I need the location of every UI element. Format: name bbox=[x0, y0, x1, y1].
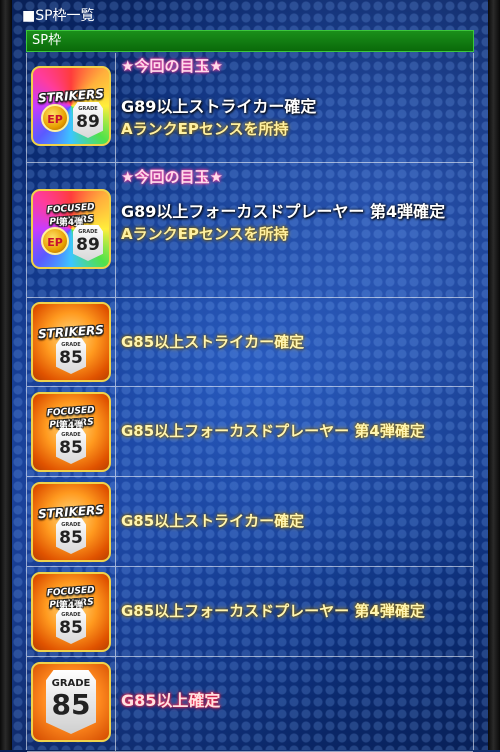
ep-coin-icon: EP bbox=[41, 227, 69, 255]
gacha-icon-strikers-g89[interactable]: STRIKERS EP GRADE 89 bbox=[31, 66, 111, 146]
slot-title: G85以上ストライカー確定 bbox=[121, 512, 305, 530]
gacha-icon-focused-g85[interactable]: FOCUSED PLAYERS 第4弾 GRADE 85 bbox=[31, 572, 111, 652]
slot-title: G89以上フォーカスドプレーヤー 第4弾確定 bbox=[121, 202, 446, 221]
grade-shield-icon: GRADE 85 bbox=[46, 670, 96, 734]
ep-coin-icon: EP bbox=[41, 104, 69, 132]
slot-title: G89以上ストライカー確定 bbox=[121, 97, 317, 116]
sp-slot-row[interactable]: FOCUSED PLAYERS 第4弾 GRADE 85 G85以上フォーカスド… bbox=[27, 387, 473, 477]
slot-title: G85以上フォーカスドプレーヤー 第4弾確定 bbox=[121, 422, 425, 440]
slot-subtitle: AランクEPセンスを所持 bbox=[121, 225, 289, 243]
slot-title: G85以上フォーカスドプレーヤー 第4弾確定 bbox=[121, 602, 425, 620]
slot-title: G85以上確定 bbox=[121, 691, 221, 710]
sp-slot-row[interactable]: STRIKERS EP GRADE 89 ★今回の目玉★ G89以上ストライカー… bbox=[27, 53, 473, 163]
grade-shield-icon: GRADE 85 bbox=[56, 608, 86, 644]
sp-slot-row[interactable]: STRIKERS GRADE 85 G85以上ストライカー確定 bbox=[27, 298, 473, 387]
grade-shield-icon: GRADE 85 bbox=[56, 428, 86, 464]
featured-badge: ★今回の目玉★ bbox=[121, 57, 223, 75]
sp-slot-row[interactable]: FOCUSED PLAYERS 第4弾 EP GRADE 89 ★今回の目玉★ … bbox=[27, 163, 473, 298]
slot-title: G85以上ストライカー確定 bbox=[121, 333, 305, 351]
gacha-icon-focused-g89[interactable]: FOCUSED PLAYERS 第4弾 EP GRADE 89 bbox=[31, 189, 111, 269]
grade-shield-icon: GRADE 85 bbox=[56, 338, 86, 374]
grade-shield-icon: GRADE 89 bbox=[73, 102, 103, 138]
slot-subtitle: AランクEPセンスを所持 bbox=[121, 120, 289, 138]
gacha-icon-focused-g85[interactable]: FOCUSED PLAYERS 第4弾 GRADE 85 bbox=[31, 392, 111, 472]
gacha-icon-strikers-g85[interactable]: STRIKERS GRADE 85 bbox=[31, 302, 111, 382]
grade-shield-icon: GRADE 85 bbox=[56, 518, 86, 554]
section-header-sp: SP枠 bbox=[26, 30, 474, 52]
sp-slot-row[interactable]: GRADE 85 G85以上確定 bbox=[27, 657, 473, 752]
gacha-icon-strikers-g85[interactable]: STRIKERS GRADE 85 bbox=[31, 482, 111, 562]
sp-slot-row[interactable]: STRIKERS GRADE 85 G85以上ストライカー確定 bbox=[27, 477, 473, 567]
featured-badge: ★今回の目玉★ bbox=[121, 168, 223, 186]
left-frame bbox=[0, 0, 12, 750]
sp-slot-list[interactable]: STRIKERS EP GRADE 89 ★今回の目玉★ G89以上ストライカー… bbox=[26, 53, 474, 752]
right-frame bbox=[488, 0, 500, 750]
sp-slot-row[interactable]: FOCUSED PLAYERS 第4弾 GRADE 85 G85以上フォーカスド… bbox=[27, 567, 473, 657]
page-title: ■SP枠一覧 bbox=[22, 8, 95, 24]
gacha-icon-grade-g85[interactable]: GRADE 85 bbox=[31, 662, 111, 742]
grade-shield-icon: GRADE 89 bbox=[73, 225, 103, 261]
